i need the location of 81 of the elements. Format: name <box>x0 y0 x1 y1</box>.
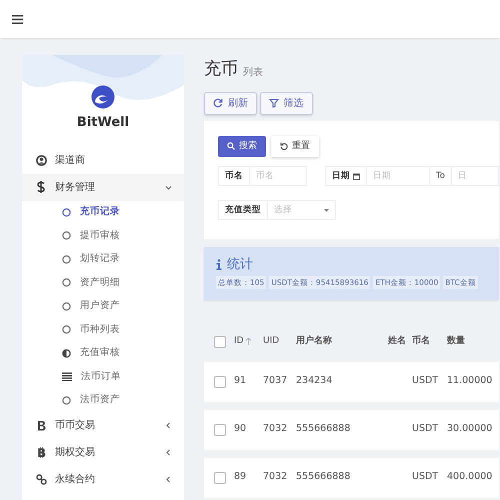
user-icon <box>36 154 46 166</box>
table-cell: USDT <box>412 423 438 434</box>
link-icon <box>36 474 46 485</box>
sort-arrow-icon <box>246 338 252 345</box>
bitcoin-icon <box>36 447 46 458</box>
letter-b-icon <box>36 420 46 431</box>
circle-icon <box>62 302 71 311</box>
table-cell: 555666888 <box>296 471 350 482</box>
sidebar-subitem[interactable]: 充值审核 <box>22 342 184 365</box>
stats-title: 统计 <box>227 256 253 274</box>
date-range-field[interactable]: 日期 日期 To 日 <box>325 166 499 186</box>
select-all-checkbox[interactable] <box>214 336 226 348</box>
dollar-icon <box>37 181 45 193</box>
table-cell: 91 <box>234 375 246 386</box>
column-header: 数量 <box>447 334 465 348</box>
caret-down-icon <box>324 208 329 212</box>
sidebar-subitem[interactable]: 法币订单 <box>22 365 184 388</box>
column-header: 姓名 <box>388 334 406 348</box>
column-header: UID <box>263 334 280 348</box>
half-circle-icon <box>62 348 71 358</box>
table-cell: USDT <box>412 471 438 482</box>
chevron-left-icon <box>165 476 172 483</box>
row-checkbox[interactable] <box>214 376 226 388</box>
refresh-icon <box>213 98 223 108</box>
sidebar-item[interactable]: 财务管理 <box>22 174 184 200</box>
toolbar-button[interactable]: 筛选 <box>260 92 312 114</box>
table-cell: 30.00000 <box>447 423 492 434</box>
table-cell: 555666888 <box>296 423 350 434</box>
table-cell: 400.0000 <box>447 471 492 482</box>
table-cell: USDT <box>412 375 438 386</box>
row-checkbox[interactable] <box>214 424 226 436</box>
logo-icon <box>91 85 115 109</box>
sidebar-subitem[interactable]: 用户资产 <box>22 294 184 318</box>
field-label: 充值类型 <box>225 204 261 216</box>
sidebar-subitem[interactable]: 法币资产 <box>22 388 184 412</box>
sidebar-subitem[interactable]: 充币记录 <box>22 200 184 224</box>
select-field[interactable]: 充值类型 选择 <box>218 200 336 220</box>
table-cell: 7032 <box>263 471 288 482</box>
table-cell: 89 <box>234 471 246 482</box>
search-icon <box>227 142 235 150</box>
chevron-left-icon <box>165 449 172 456</box>
column-header: 用户名称 <box>296 334 332 348</box>
page-subtitle: 列表 <box>243 66 263 80</box>
table-cell: 11.00000 <box>447 375 492 386</box>
undo-icon <box>280 142 288 150</box>
sidebar-subitem[interactable]: 资产明细 <box>22 271 184 294</box>
chevron-down-icon <box>165 184 172 190</box>
field-label: 日期 <box>332 170 350 182</box>
table-cell: 90 <box>234 423 246 434</box>
sidebar-subitem[interactable]: 提币审核 <box>22 224 184 248</box>
row-checkbox[interactable] <box>214 472 226 484</box>
circle-icon <box>62 278 71 288</box>
reset-button[interactable]: 重置 <box>271 136 319 157</box>
circle-icon <box>62 254 71 264</box>
search-button[interactable]: 搜索 <box>218 136 266 157</box>
menu-icon[interactable] <box>12 14 23 24</box>
chevron-left-icon <box>165 422 172 429</box>
toolbar-button[interactable]: 刷新 <box>204 92 257 114</box>
list-icon <box>62 372 72 382</box>
sidebar-item[interactable]: 币币交易 <box>22 412 184 439</box>
brand-name: BitWell <box>76 114 130 132</box>
circle-icon <box>62 396 71 405</box>
sidebar-item[interactable]: 渠道商 <box>22 146 184 174</box>
field-label: 币名 <box>225 170 243 182</box>
info-icon <box>216 258 222 270</box>
sidebar-subitem[interactable]: 划转记录 <box>22 248 184 271</box>
circle-icon <box>62 325 71 334</box>
table-cell: 234234 <box>296 375 332 386</box>
table-cell: 7037 <box>263 375 288 386</box>
column-header: 币名 <box>412 334 430 348</box>
text-field[interactable]: 币名 币名 <box>218 166 307 186</box>
sidebar-item[interactable]: 期权交易 <box>22 439 184 466</box>
page-title: 充币 <box>204 58 238 81</box>
circle-icon <box>62 208 71 217</box>
column-header: ID <box>234 334 244 348</box>
filter-icon <box>268 98 278 108</box>
calendar-icon <box>353 172 360 180</box>
sidebar-item[interactable]: 永续合约 <box>22 466 184 493</box>
sidebar-subitem[interactable]: 币种列表 <box>22 318 184 342</box>
table-cell: 7032 <box>263 423 288 434</box>
circle-icon <box>62 231 71 240</box>
